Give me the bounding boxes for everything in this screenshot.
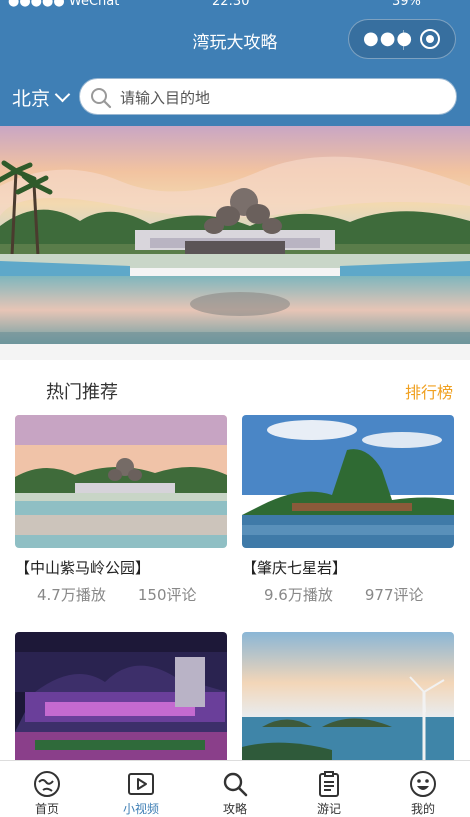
card-image <box>15 415 227 548</box>
search-box[interactable] <box>79 78 457 115</box>
top-header: ●●●●● WeChat 22:30 39% 湾玩大攻略 ●●● 北京 <box>0 0 470 126</box>
city-selector[interactable]: 北京 <box>12 84 71 111</box>
card-stats: 9.6万播放 977评论 <box>242 584 454 605</box>
mini-program-capsule: ●●● <box>348 19 456 59</box>
video-icon <box>128 773 154 795</box>
tab-home[interactable]: 首页 <box>0 761 94 817</box>
tab-profile[interactable]: 我的 <box>376 761 470 817</box>
recommend-card[interactable] <box>242 632 454 765</box>
card-image <box>242 632 454 765</box>
notes-icon <box>319 771 339 797</box>
search-icon <box>223 772 248 797</box>
home-icon <box>34 771 60 797</box>
hot-recommend-section: 热门推荐 排行榜 【中山紫马岭公园】 4.7万播放 150评论 【肇庆七星岩】 … <box>0 360 470 765</box>
city-label: 北京 <box>12 88 51 110</box>
tab-label: 攻略 <box>222 802 247 816</box>
card-title: 【肇庆七星岩】 <box>242 559 348 577</box>
tab-label: 首页 <box>34 802 59 816</box>
card-image <box>242 415 454 548</box>
capsule-divider <box>403 30 404 50</box>
tab-guide[interactable]: 攻略 <box>188 761 282 817</box>
search-icon <box>91 88 112 109</box>
clock-label: 22:30 <box>212 0 250 9</box>
recommend-card[interactable]: 【中山紫马岭公园】 4.7万播放 150评论 <box>15 415 227 605</box>
profile-icon <box>410 771 436 797</box>
status-bar: ●●●●● WeChat 22:30 39% <box>0 0 470 14</box>
chevron-down-icon <box>54 86 71 103</box>
comment-count: 150评论 <box>137 586 197 604</box>
tab-video[interactable]: 小视频 <box>94 761 188 817</box>
card-stats: 4.7万播放 150评论 <box>15 584 227 605</box>
play-count: 9.6万播放 <box>264 586 333 604</box>
recommend-card[interactable]: 【肇庆七星岩】 9.6万播放 977评论 <box>242 415 454 605</box>
ranking-link[interactable]: 排行榜 <box>405 379 453 403</box>
more-menu-icon[interactable]: ●●● <box>363 30 413 48</box>
tab-label: 游记 <box>316 802 341 816</box>
tab-label: 小视频 <box>122 802 159 816</box>
tab-label: 我的 <box>410 802 435 816</box>
battery-label: 39% <box>392 0 421 9</box>
recommend-card[interactable] <box>15 632 227 765</box>
section-title: 热门推荐 <box>46 382 118 403</box>
tab-notes[interactable]: 游记 <box>282 761 376 817</box>
banner-image[interactable] <box>0 126 470 344</box>
carrier-label: ●●●●● WeChat <box>8 0 120 9</box>
bottom-tab-bar: 首页 小视频 攻略 游记 我的 <box>0 760 470 817</box>
search-input[interactable] <box>118 86 442 110</box>
card-image <box>15 632 227 765</box>
play-count: 4.7万播放 <box>37 586 106 604</box>
close-target-icon[interactable] <box>420 29 440 49</box>
comment-count: 977评论 <box>364 586 424 604</box>
card-title: 【中山紫马岭公园】 <box>15 559 151 577</box>
